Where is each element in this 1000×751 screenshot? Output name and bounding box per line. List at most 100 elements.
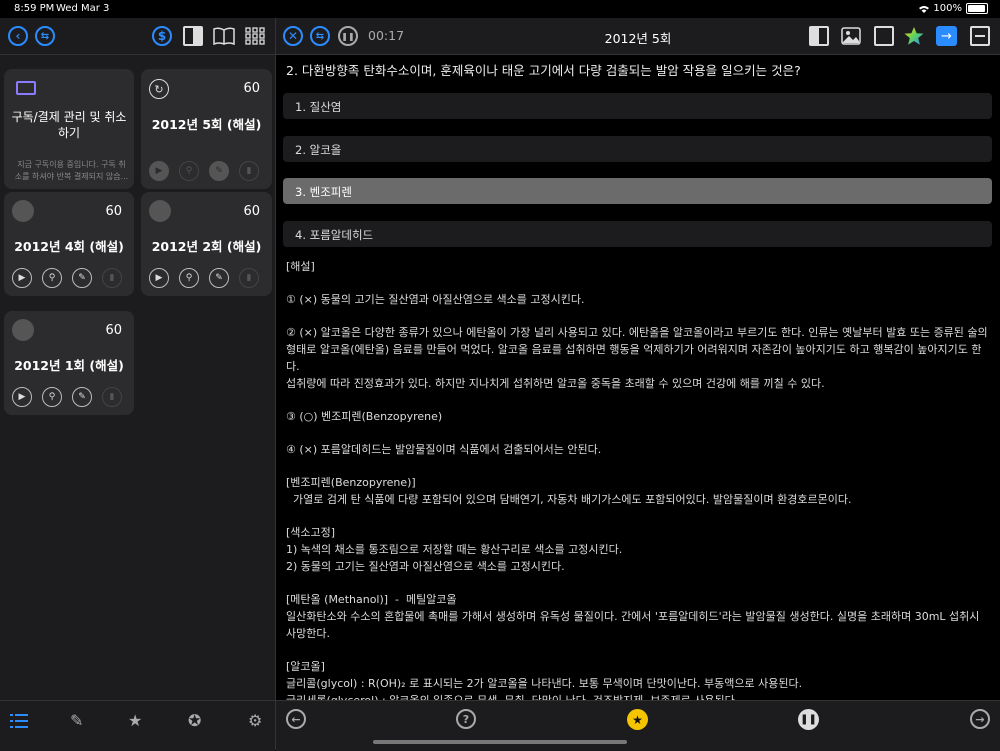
explanation-text: 2) 동물의 고기는 질산염과 아질산염으로 색소를 고정시킨다.	[286, 560, 565, 573]
trash-icon[interactable]: ▮	[239, 161, 259, 181]
explanation-text: 가열로 검게 탄 식품에 다량 포함되어 있으며 담배연기, 자동차 배기가스에…	[286, 493, 852, 506]
square-icon[interactable]	[874, 26, 894, 46]
right-pane: ✕ ⇆ ❚❚ 00:17 2012년 5회 → 2. 다환방향족 탄화수소이며,…	[276, 18, 1000, 751]
dollar-icon[interactable]: $	[152, 26, 172, 46]
split-view-icon[interactable]	[183, 26, 203, 46]
play-icon[interactable]: ▶	[12, 387, 32, 407]
card-actions: ▶ ⚲ ✎ ▮	[149, 268, 259, 288]
exam-card[interactable]: ↻ 60 2012년 5회 (해설) ▶ ⚲ ✎ ▮	[141, 69, 272, 189]
book-icon[interactable]: ❚❚	[798, 709, 819, 730]
credit-card-icon	[16, 81, 36, 95]
image-icon[interactable]	[841, 27, 861, 45]
help-icon[interactable]: ?	[456, 709, 476, 729]
attachment-icon[interactable]: ✎	[72, 268, 92, 288]
star-icon[interactable]	[903, 26, 925, 46]
subscription-label-line2: 하기	[57, 126, 81, 140]
explanation-text: 일산화탄소와 수소의 혼합물에 촉매를 가해서 생성하며 유독성 물질이다. 간…	[286, 610, 980, 623]
search-icon[interactable]: ⚲	[179, 161, 199, 181]
search-icon[interactable]: ⚲	[179, 268, 199, 288]
trash-icon[interactable]: ▮	[102, 268, 122, 288]
subscription-desc-line1: 지금 구독이용 중입니다. 구독 취	[17, 160, 126, 169]
paperclip-icon[interactable]: ✎	[70, 711, 83, 730]
explanation-text: 1) 녹색의 채소를 통조림으로 저장할 때는 황산구리로 색소를 고정시킨다.	[286, 543, 623, 556]
right-header: ✕ ⇆ ❚❚ 00:17 2012년 5회 →	[276, 18, 1000, 55]
answer-option-1[interactable]: 1. 질산염	[283, 93, 992, 119]
explanation-text: 섭취량에 따라 진정효과가 있다. 하지만 지나치게 섭취하면 알코올 중독을 …	[286, 377, 825, 390]
book-icon[interactable]	[213, 27, 235, 45]
explanation: [해설] ① (×) 동물의 고기는 질산염과 아질산염으로 색소를 고정시킨다…	[286, 258, 990, 725]
star-icon[interactable]: ★	[128, 711, 142, 730]
explanation-text: 형태로 알코올(에탄올) 음료를 만들어 먹었다. 알코올 음료를 섭취하면 행…	[286, 343, 982, 373]
sync-icon[interactable]: ⇆	[35, 26, 55, 46]
explanation-subheading: [벤조피렌(Benzopyrene)]	[286, 476, 416, 489]
answer-option-3[interactable]: 3. 벤조피렌	[283, 178, 992, 204]
explanation-subheading: [메탄올 (Methanol)] - 메틸알코올	[286, 593, 457, 606]
previous-icon[interactable]: ←	[286, 709, 306, 729]
wifi-icon	[919, 5, 930, 13]
explanation-text: ② (×) 알코올은 다양한 종류가 있으나 에탄올이 가장 널리 사용되고 있…	[286, 326, 988, 339]
subscription-card[interactable]: 구독/결제 관리 및 취소 하기 지금 구독이용 중입니다. 구독 취 소를 하…	[4, 69, 134, 189]
search-icon[interactable]: ⚲	[42, 387, 62, 407]
card-actions: ▶ ⚲ ✎ ▮	[12, 268, 122, 288]
status-bar: 8:59 PM Wed Mar 3 100%	[0, 0, 1000, 18]
play-icon[interactable]: ▶	[12, 268, 32, 288]
card-actions: ▶ ⚲ ✎ ▮	[12, 387, 122, 407]
status-dot	[12, 319, 34, 341]
status-dot	[149, 200, 171, 222]
settings-icon[interactable]: ⚙	[248, 711, 262, 730]
grid-icon[interactable]	[245, 27, 265, 45]
card-actions: ▶ ⚲ ✎ ▮	[149, 161, 259, 181]
refresh-icon[interactable]: ↻	[149, 79, 169, 99]
status-dot	[12, 200, 34, 222]
question-count: 60	[243, 81, 260, 96]
exam-card[interactable]: 60 2012년 2회 (해설) ▶ ⚲ ✎ ▮	[141, 192, 272, 296]
subscription-label: 구독/결제 관리 및 취소 하기	[4, 109, 134, 141]
exam-title: 2012년 1회 (해설)	[14, 358, 124, 373]
attachment-icon[interactable]: ✎	[72, 387, 92, 407]
next-icon[interactable]: →	[970, 709, 990, 729]
answer-option-2[interactable]: 2. 알코올	[283, 136, 992, 162]
exam-title: 2012년 4회 (해설)	[14, 239, 124, 254]
subscription-desc: 지금 구독이용 중입니다. 구독 취 소를 하셔야 반복 결제되지 않습...	[14, 159, 129, 183]
question-count: 60	[243, 204, 260, 219]
attachment-icon[interactable]: ✎	[209, 268, 229, 288]
battery-percent: 100%	[933, 3, 962, 14]
answer-option-4[interactable]: 4. 포름알데히드	[283, 221, 992, 247]
minus-box-icon[interactable]	[970, 26, 990, 46]
battery-icon	[966, 3, 988, 14]
subscription-label-line1: 구독/결제 관리 및 취소	[11, 110, 127, 124]
arrow-right-icon[interactable]: →	[936, 26, 957, 46]
search-icon[interactable]: ⚲	[42, 268, 62, 288]
left-pane: ‹ ⇆ $ 구독/결제 관리 및 취소 하기 지금 구독이용 중입니다. 구독 …	[0, 18, 275, 750]
explanation-text: ① (×) 동물의 고기는 질산염과 아질산염으로 색소를 고정시킨다.	[286, 293, 585, 306]
list-icon[interactable]	[10, 713, 28, 729]
explanation-text: ④ (×) 포름알데히드는 발암물질이며 식품에서 검출되어서는 안된다.	[286, 443, 602, 456]
trash-icon[interactable]: ▮	[102, 387, 122, 407]
question-text: 2. 다환방향족 탄화수소이며, 훈제육이나 태운 고기에서 다량 검출되는 발…	[286, 63, 801, 78]
left-header: ‹ ⇆ $	[0, 18, 275, 55]
back-icon[interactable]: ‹	[8, 26, 28, 46]
status-date: Wed Mar 3	[56, 3, 110, 14]
home-indicator	[373, 740, 627, 744]
explanation-text: 사망한다.	[286, 627, 330, 640]
attachment-icon[interactable]: ✎	[209, 161, 229, 181]
play-icon[interactable]: ▶	[149, 161, 169, 181]
exam-card[interactable]: 60 2012년 1회 (해설) ▶ ⚲ ✎ ▮	[4, 311, 134, 415]
trash-icon[interactable]: ▮	[239, 268, 259, 288]
status-time: 8:59 PM	[14, 3, 55, 14]
favorite-star-icon[interactable]: ★	[627, 709, 648, 730]
explanation-heading: [해설]	[286, 260, 315, 273]
status-right: 100%	[919, 3, 988, 14]
exam-card[interactable]: 60 2012년 4회 (해설) ▶ ⚲ ✎ ▮	[4, 192, 134, 296]
exam-title: 2012년 5회 (해설)	[151, 117, 262, 132]
pin-icon[interactable]: ✪	[188, 711, 201, 730]
explanation-subheading: [알코올]	[286, 660, 325, 673]
play-icon[interactable]: ▶	[149, 268, 169, 288]
question-count: 60	[105, 204, 122, 219]
split-view-icon[interactable]	[809, 26, 829, 46]
explanation-subheading: [색소고정]	[286, 526, 336, 539]
exam-title: 2012년 2회 (해설)	[151, 239, 262, 254]
left-toolbar: ✎ ★ ✪ ⚙	[0, 700, 275, 751]
question-count: 60	[105, 323, 122, 338]
explanation-text: 글리콜(glycol) : R(OH)₂ 로 표시되는 2가 알코올을 나타낸다…	[286, 677, 803, 690]
